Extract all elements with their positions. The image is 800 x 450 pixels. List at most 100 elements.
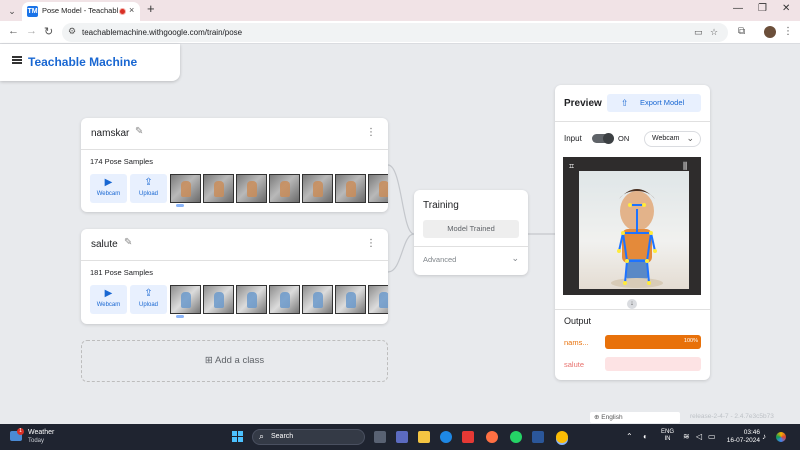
cast-icon[interactable]: ▭ [694,27,703,38]
url-text[interactable]: teachablemachine.withgoogle.com/train/po… [82,28,242,37]
sample-count: 181 Pose Samples [90,268,153,277]
bookmark-star-icon[interactable]: ☆ [710,27,718,38]
input-toggle[interactable] [592,133,614,144]
export-model-button[interactable]: ⇧ Export Model [607,94,701,112]
version-text: release-2-4-7 - 2.4.7e3c5b73 [690,413,774,420]
file-explorer-icon[interactable] [418,431,430,443]
extensions-icon[interactable]: ⧉ [738,26,745,37]
language-select[interactable]: ⊕ English [590,412,680,423]
sample-thumbnail[interactable] [203,174,234,203]
clock-date: 16-07-2024 [726,437,760,444]
sample-thumbnails[interactable] [170,174,388,203]
address-bar[interactable]: ⚙ teachablemachine.withgoogle.com/train/… [62,23,728,42]
webcam-button[interactable]: ▶ Webcam [90,174,127,203]
volume-icon[interactable]: ◁ [696,432,702,441]
tm-favicon-icon: TM [27,6,38,17]
maximize-icon[interactable]: ❐ [758,3,767,14]
browser-tab-active[interactable]: TM Pose Model - Teachable Mac × [22,2,140,21]
task-view-icon[interactable] [374,431,386,443]
sample-thumbnail[interactable] [335,174,366,203]
browser-menu-icon[interactable]: ⋮ [783,26,793,37]
divider [414,246,528,247]
sample-thumbnail[interactable] [170,174,201,203]
taskbar-search[interactable]: ⌕ Search [252,429,365,445]
sample-thumbnail[interactable] [335,285,366,314]
input-source-select[interactable]: Webcam ⌄ [644,131,701,147]
sample-thumbnail[interactable] [368,174,388,203]
class-name[interactable]: salute [91,239,118,250]
whatsapp-icon[interactable] [510,431,522,443]
wifi-icon[interactable]: ≋ [683,432,690,441]
new-tab-button[interactable]: + [147,1,155,16]
window-close-icon[interactable]: ✕ [782,3,790,14]
teachable-machine-app: Teachable Machine namskar ✎ ⋮ 174 Pose S… [0,44,800,424]
upload-button[interactable]: ⇪ Upload [130,285,167,314]
windows-start-icon[interactable] [232,431,243,442]
teams-icon[interactable] [396,431,408,443]
flip-camera-icon[interactable]: ⫼ [683,161,687,172]
sample-thumbnail[interactable] [368,285,388,314]
notification-bell-icon[interactable]: ♪ [762,432,766,441]
add-box-icon: ⊞ [204,355,213,366]
class-options-icon[interactable]: ⋮ [366,238,376,249]
sample-thumbnail[interactable] [236,285,267,314]
sample-thumbnail[interactable] [170,285,201,314]
arrow-down-icon: ↓ [627,299,637,309]
tray-app-icon[interactable]: ◐ [643,432,648,441]
globe-icon: ⊕ [594,414,600,421]
webcam-preview: ⌗ ⫼ [563,157,701,295]
search-placeholder: Search [271,433,294,440]
search-icon: ⌕ [259,431,265,441]
word-icon[interactable] [532,431,544,443]
recording-indicator-icon [119,8,126,15]
input-language[interactable]: ENG IN [661,429,674,443]
upload-icon: ⇪ [144,177,153,188]
tab-search-chevron-icon[interactable]: ⌄ [4,3,20,19]
system-clock[interactable]: 03:46 16-07-2024 [724,429,760,445]
edit-pencil-icon[interactable]: ✎ [135,126,143,137]
tab-close-icon[interactable]: × [129,5,134,15]
battery-icon[interactable]: ▭ [708,432,716,441]
tab-title: Pose Model - Teachable Mac [42,6,118,15]
weather-subtitle[interactable]: Today [28,438,44,444]
lang-region: IN [664,436,671,442]
thumbnail-scrollbar[interactable] [176,204,184,207]
sample-thumbnail[interactable] [269,174,300,203]
copilot-icon[interactable] [776,432,786,442]
minimize-icon[interactable]: — [733,3,743,14]
tray-chevron-up-icon[interactable]: ⌃ [626,432,633,441]
sample-thumbnails[interactable] [170,285,388,314]
output-bar-namskar: 100% [605,335,701,349]
profile-avatar[interactable] [764,26,776,38]
chevron-down-icon[interactable]: ⌄ [511,253,519,264]
forward-icon[interactable]: → [26,25,37,37]
app-icon[interactable] [462,431,474,443]
webcam-image [579,171,689,289]
video-camera-icon: ▶ [104,177,113,188]
weather-title[interactable]: Weather [28,429,54,436]
chrome-icon[interactable] [556,431,568,443]
webcam-button[interactable]: ▶ Webcam [90,285,127,314]
thumbnail-scrollbar[interactable] [176,315,184,318]
firefox-icon[interactable] [486,431,498,443]
sample-thumbnail[interactable] [302,285,333,314]
advanced-toggle[interactable]: Advanced [423,255,456,264]
edge-icon[interactable] [440,431,452,443]
model-trained-button[interactable]: Model Trained [423,220,519,238]
site-info-icon[interactable]: ⚙ [68,26,76,37]
preview-panel: Preview ⇧ Export Model Input ON Webcam ⌄ [555,85,710,380]
edit-pencil-icon[interactable]: ✎ [124,237,132,248]
sample-thumbnail[interactable] [302,174,333,203]
class-name[interactable]: namskar [91,128,129,139]
crop-icon[interactable]: ⌗ [569,161,574,172]
upload-button[interactable]: ⇪ Upload [130,174,167,203]
add-class-button[interactable]: ⊞ Add a class [81,340,388,382]
sample-thumbnail[interactable] [269,285,300,314]
weather-badge: 1 [17,428,24,435]
sample-thumbnail[interactable] [236,174,267,203]
sample-thumbnail[interactable] [203,285,234,314]
reload-icon[interactable]: ↻ [44,25,53,38]
webcam-button-label: Webcam [96,191,121,197]
class-options-icon[interactable]: ⋮ [366,127,376,138]
back-icon[interactable]: ← [8,25,19,37]
